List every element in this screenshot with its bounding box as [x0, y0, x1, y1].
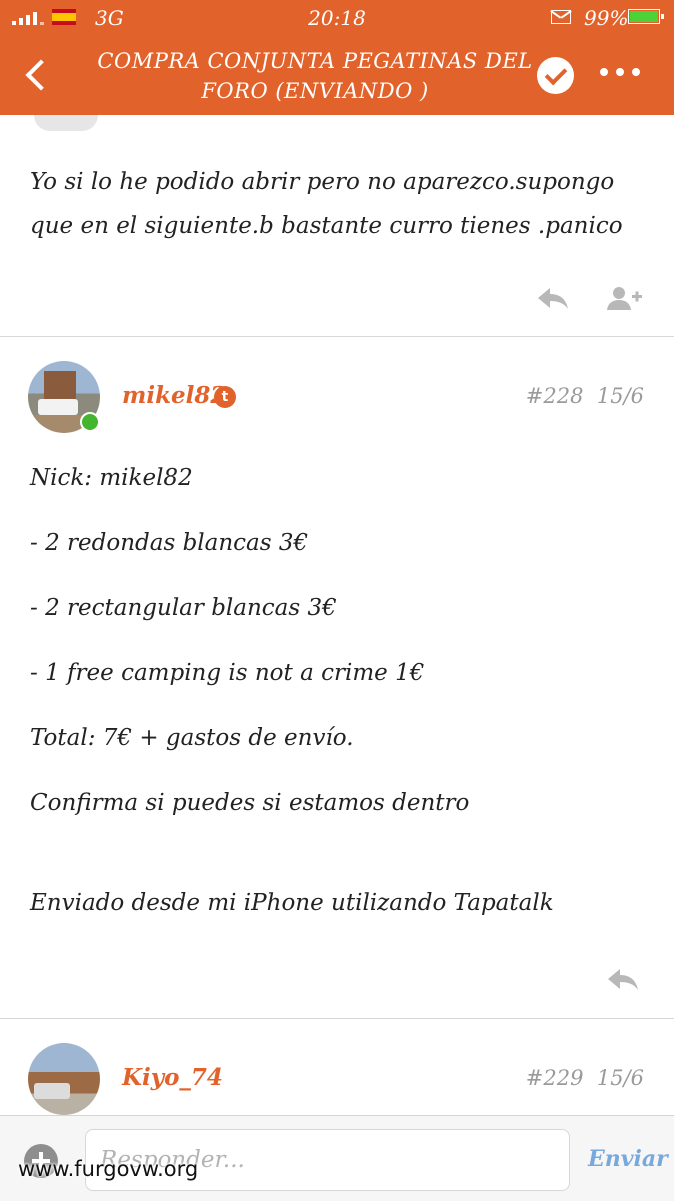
- post-divider: [0, 336, 674, 337]
- battery-icon: [628, 9, 664, 24]
- post-line: Total: 7€ + gastos de envío.: [30, 725, 354, 751]
- post-number: #229: [525, 1066, 584, 1090]
- avatar-van: [38, 399, 78, 415]
- avatar-house: [44, 371, 76, 401]
- username[interactable]: Kiyo_74: [122, 1064, 223, 1091]
- watermark: www.furgovw.org: [18, 1157, 199, 1181]
- more-options-button[interactable]: [600, 68, 640, 76]
- post-line: - 1 free camping is not a crime 1€: [30, 660, 425, 686]
- username[interactable]: mikel82: [122, 382, 226, 409]
- dot: [600, 68, 608, 76]
- avatar-car: [34, 1083, 70, 1099]
- back-button[interactable]: [22, 56, 58, 96]
- post-meta: #229 15/6: [526, 1066, 644, 1090]
- previous-avatar: [34, 115, 98, 131]
- post-date: 15/6: [596, 384, 644, 408]
- post-line: Enviado desde mi iPhone utilizando Tapat…: [30, 890, 554, 916]
- post-body: Yo si lo he podido abrir pero no aparezc…: [30, 169, 623, 239]
- post-line: Confirma si puedes si estamos dentro: [30, 790, 470, 816]
- reply-icon[interactable]: [606, 966, 640, 992]
- send-button[interactable]: Enviar: [588, 1146, 668, 1172]
- post-meta: #228 15/6: [526, 384, 644, 408]
- post-line: Nick: mikel82: [30, 465, 193, 491]
- post-date: 15/6: [596, 1066, 644, 1090]
- battery-fill: [630, 11, 658, 22]
- online-indicator: [80, 412, 100, 432]
- post-line: - 2 redondas blancas 3€: [30, 530, 309, 556]
- status-bar: 3G 20:18 99%: [0, 0, 674, 36]
- reply-icon[interactable]: [536, 285, 570, 311]
- check-circle-icon[interactable]: [537, 57, 574, 94]
- avatar[interactable]: [28, 1043, 100, 1115]
- battery-percent: 99%: [584, 6, 629, 30]
- mail-icon: [551, 10, 571, 24]
- post-number: #228: [525, 384, 584, 408]
- post-divider: [0, 1018, 674, 1019]
- status-time: 20:18: [308, 6, 366, 30]
- follow-user-icon[interactable]: [606, 285, 642, 311]
- dot: [616, 68, 624, 76]
- thread-title: COMPRA CONJUNTA PEGATINAS DEL FORO (ENVI…: [97, 49, 533, 103]
- tapatalk-badge: t: [214, 386, 236, 408]
- dot: [632, 68, 640, 76]
- header-bar: 3G 20:18 99% COMPRA CONJUNTA PEGATINAS D…: [0, 0, 674, 115]
- post-line: - 2 rectangular blancas 3€: [30, 595, 337, 621]
